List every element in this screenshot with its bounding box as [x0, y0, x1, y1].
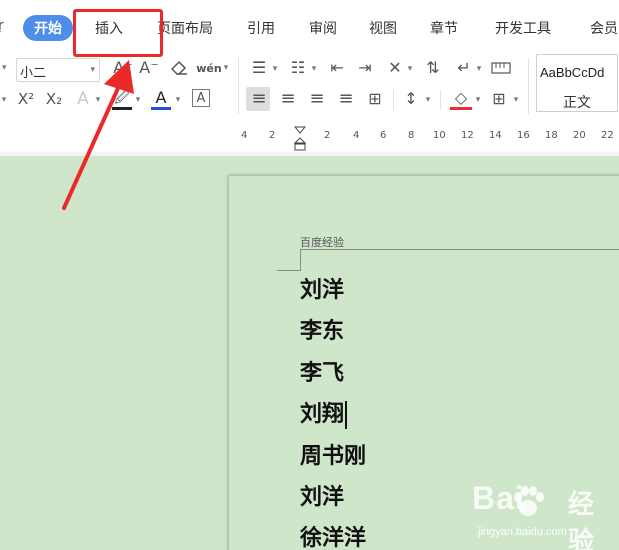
watermark-brand-cn: 经验	[568, 490, 595, 550]
baidu-paw-logo-icon	[514, 486, 544, 516]
baidu-jingyan-watermark: Bai 经验 jingyan.baidu.com	[472, 480, 618, 550]
watermark-url: jingyan.baidu.com	[478, 526, 567, 538]
annotation-arrow-icon	[62, 60, 134, 210]
